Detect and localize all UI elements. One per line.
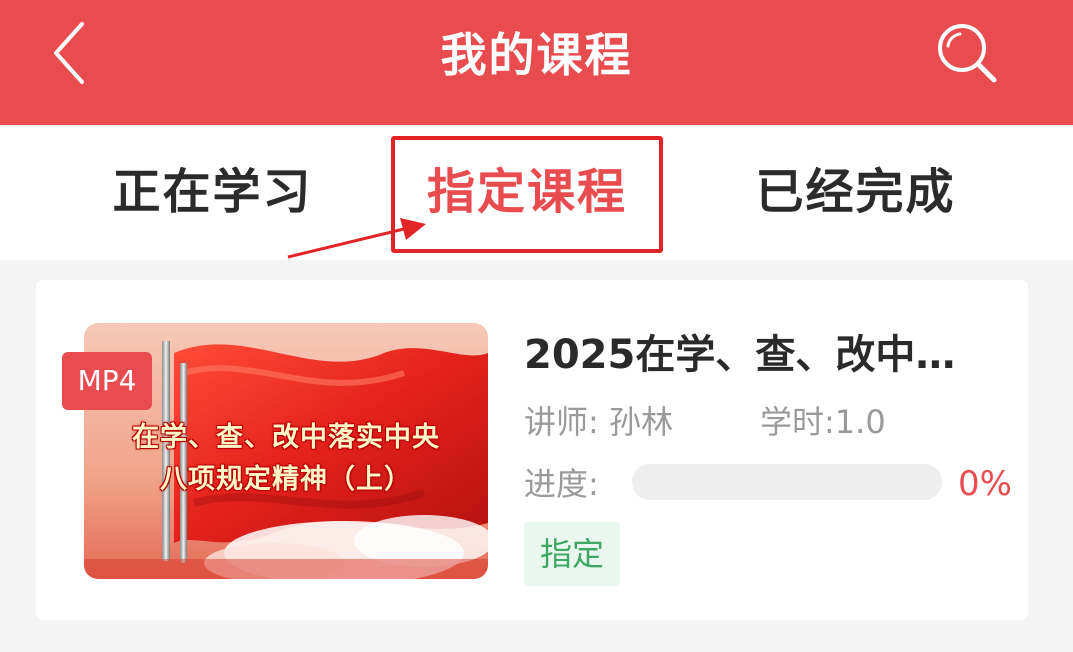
progress-bar bbox=[632, 464, 942, 500]
course-teacher: 讲师: 孙林 bbox=[524, 403, 673, 441]
page-title: 我的课程 bbox=[440, 28, 633, 82]
tab-assigned-courses[interactable]: 指定课程 bbox=[393, 125, 661, 260]
course-hours: 学时:1.0 bbox=[760, 403, 886, 441]
tab-completed[interactable]: 已经完成 bbox=[748, 125, 963, 260]
search-button[interactable] bbox=[932, 20, 1002, 86]
course-title[interactable]: 2025在学、查、改中… bbox=[524, 328, 994, 382]
tab-studying[interactable]: 正在学习 bbox=[105, 125, 320, 260]
media-type-badge: MP4 bbox=[62, 352, 152, 410]
top-nav-bar: 我的课程 bbox=[0, 0, 1073, 125]
progress-percent: 0% bbox=[958, 464, 1012, 504]
course-tabs: 正在学习 指定课程 已经完成 bbox=[0, 125, 1073, 260]
assigned-tag: 指定 bbox=[524, 522, 620, 586]
search-icon bbox=[938, 24, 997, 83]
thumbnail-caption-line1: 在学、查、改中落实中央 bbox=[132, 422, 440, 453]
thumbnail-caption-line2: 八项规定精神（上） bbox=[160, 464, 412, 495]
progress-label: 进度: bbox=[524, 465, 599, 503]
